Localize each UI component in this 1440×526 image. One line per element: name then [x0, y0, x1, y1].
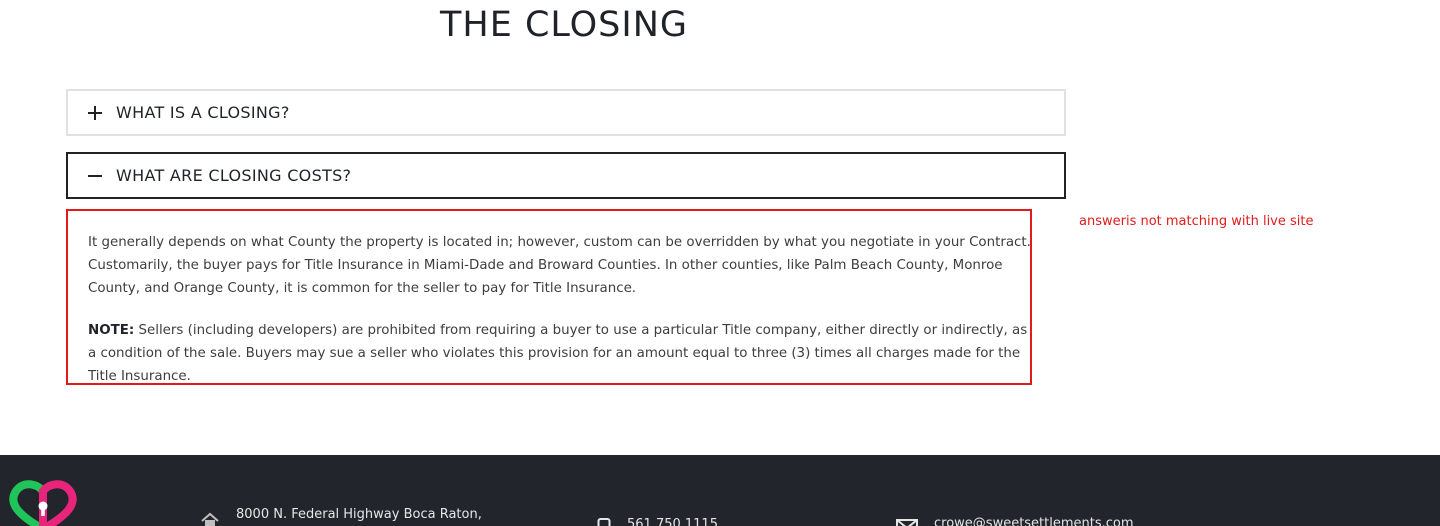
review-comment: answeris not matching with live site [1079, 214, 1314, 229]
home-icon [201, 512, 219, 526]
footer-address-text: 8000 N. Federal Highway Boca Raton, [236, 507, 482, 522]
phone-icon [597, 518, 611, 526]
footer-address: 8000 N. Federal Highway Boca Raton, [200, 507, 482, 526]
footer-phone-text: 561.750.1115 [627, 517, 718, 526]
page-title: THE CLOSING [440, 5, 689, 45]
minus-icon [88, 169, 102, 183]
review-highlight-box [66, 209, 1032, 385]
plus-icon [88, 105, 102, 120]
footer-email[interactable]: crowe@sweetsettlements.com [896, 515, 1134, 526]
footer-phone[interactable]: 561.750.1115 [597, 514, 718, 526]
footer-email-text: crowe@sweetsettlements.com [934, 516, 1134, 526]
site-footer: 8000 N. Federal Highway Boca Raton, 561.… [0, 455, 1440, 526]
accordion-what-are-closing-costs[interactable]: WHAT ARE CLOSING COSTS? [66, 152, 1066, 199]
accordion-what-is-a-closing[interactable]: WHAT IS A CLOSING? [66, 89, 1066, 136]
privacy-badge-icon[interactable] [8, 479, 78, 526]
mail-icon [896, 519, 918, 526]
accordion-label: WHAT IS A CLOSING? [116, 103, 290, 122]
accordion-label: WHAT ARE CLOSING COSTS? [116, 166, 352, 185]
